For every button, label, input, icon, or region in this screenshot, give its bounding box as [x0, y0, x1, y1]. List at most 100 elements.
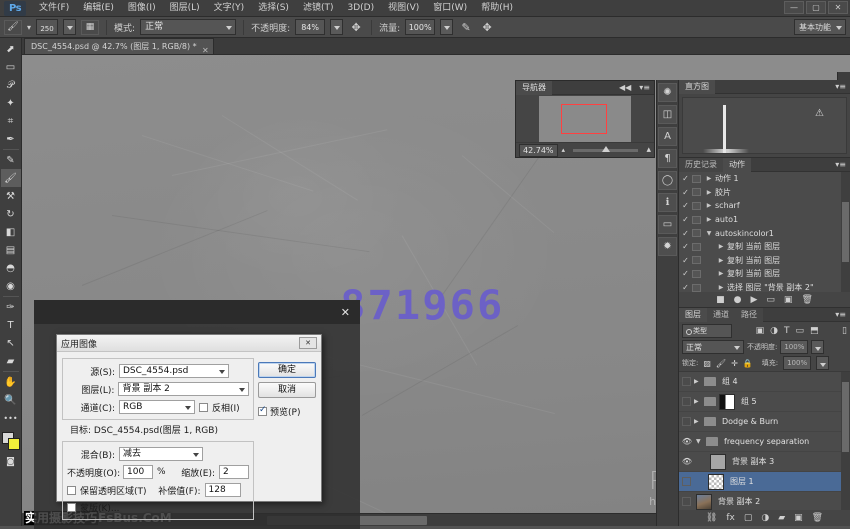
actions-scroll-thumb[interactable]: [842, 202, 849, 262]
action-expand-chevron-icon[interactable]: ▶: [717, 257, 725, 264]
preview-checkbox[interactable]: [258, 407, 267, 416]
tablet-pressure-opacity-icon[interactable]: ✥: [348, 19, 364, 35]
paragraph-panel-icon[interactable]: ¶: [658, 149, 677, 168]
type-tool[interactable]: T: [1, 316, 21, 334]
action-expand-chevron-icon[interactable]: ▶: [705, 189, 713, 196]
eyedropper-tool[interactable]: ✒: [1, 130, 21, 148]
layer-thumbnail[interactable]: [696, 494, 712, 510]
blend-mode-select[interactable]: 正常: [140, 19, 236, 35]
delete-icon[interactable]: 🗑: [812, 513, 823, 523]
color-panel-icon[interactable]: ✺: [658, 83, 677, 102]
character-panel-icon[interactable]: A: [658, 127, 677, 146]
healing-brush-tool[interactable]: ✎: [1, 151, 21, 169]
action-row[interactable]: ✓▶复制 当前 图层: [679, 240, 850, 254]
actions-scrollbar[interactable]: [841, 172, 850, 292]
brush-size-display[interactable]: 250: [36, 19, 58, 35]
layer-group-chevron-icon[interactable]: ▼: [696, 438, 703, 445]
blend-select[interactable]: 减去: [119, 447, 203, 461]
brush-tool-icon[interactable]: 🖌: [4, 20, 22, 35]
channel-select[interactable]: RGB: [119, 400, 195, 414]
link-icon[interactable]: ⛓: [706, 513, 717, 523]
action-enabled-check-icon[interactable]: ✓: [681, 269, 690, 278]
navigator-zoom-slider[interactable]: [573, 149, 638, 152]
brush-preset-chevron-icon[interactable]: [63, 19, 76, 35]
menu-3d[interactable]: 3D(D): [340, 0, 381, 17]
collapse-icon[interactable]: ◀◀: [615, 83, 635, 92]
histogram-warning-icon[interactable]: ⚠: [815, 108, 824, 119]
ok-button[interactable]: 确定: [258, 362, 316, 378]
layer-row[interactable]: ▶组 5: [679, 392, 850, 412]
tab-paths[interactable]: 路径: [735, 308, 763, 322]
layer-visibility-empty-icon[interactable]: [682, 377, 691, 386]
menu-edit[interactable]: 编辑(E): [76, 0, 121, 17]
action-dialog-toggle-icon[interactable]: [692, 188, 701, 196]
close-button[interactable]: ✕: [828, 1, 848, 14]
action-row[interactable]: ✓▶auto1: [679, 213, 850, 227]
action-dialog-toggle-icon[interactable]: [692, 229, 701, 237]
layer-fill-chevron-icon[interactable]: [816, 356, 829, 370]
navigator-thumbnail-area[interactable]: [516, 95, 654, 142]
smartobject-filter-icon[interactable]: ⬒: [810, 326, 819, 336]
dialog-opacity-input[interactable]: 100: [123, 465, 153, 479]
action-expand-chevron-icon[interactable]: ▶: [717, 284, 725, 291]
action-dialog-toggle-icon[interactable]: [692, 284, 701, 292]
action-row[interactable]: ✓▶胶片: [679, 186, 850, 200]
preserve-transparency-checkbox[interactable]: [67, 486, 76, 495]
new-set-icon[interactable]: ▭: [766, 295, 775, 305]
action-enabled-check-icon[interactable]: ✓: [681, 215, 690, 224]
layer-select[interactable]: 背景 副本 2: [118, 382, 249, 396]
lock-transparent-icon[interactable]: ▨: [703, 359, 711, 368]
minimize-button[interactable]: —: [784, 1, 804, 14]
brush-dropdown-chevron-icon[interactable]: ▾: [27, 23, 31, 32]
action-row[interactable]: ✓▶复制 当前 图层: [679, 267, 850, 281]
navigator-zoom-input[interactable]: 42.74%: [519, 144, 558, 157]
menu-type[interactable]: 文字(Y): [207, 0, 252, 17]
workspace-selector[interactable]: 基本功能: [794, 19, 846, 35]
invert-checkbox[interactable]: [199, 403, 208, 412]
delete-icon[interactable]: 🗑: [801, 295, 812, 305]
styles-panel-icon[interactable]: ◯: [658, 171, 677, 190]
menu-layer[interactable]: 图层(L): [163, 0, 207, 17]
tab-actions[interactable]: 动作: [723, 158, 751, 172]
action-expand-chevron-icon[interactable]: ▼: [705, 230, 713, 237]
action-dialog-toggle-icon[interactable]: [692, 216, 701, 224]
menu-view[interactable]: 视图(V): [381, 0, 426, 17]
crop-tool[interactable]: ⌗: [1, 112, 21, 130]
layer-group-chevron-icon[interactable]: ▶: [694, 378, 701, 385]
menu-help[interactable]: 帮助(H): [474, 0, 520, 17]
stop-icon[interactable]: ■: [716, 295, 725, 305]
shape-filter-icon[interactable]: ▭: [795, 326, 804, 336]
info-panel-icon[interactable]: ℹ: [658, 193, 677, 212]
action-enabled-check-icon[interactable]: ✓: [681, 188, 690, 197]
pixel-filter-icon[interactable]: ▣: [756, 326, 765, 336]
navigator-thumbnail[interactable]: [539, 96, 631, 142]
action-enabled-check-icon[interactable]: ✓: [681, 229, 690, 238]
adjustment-filter-icon[interactable]: ◑: [770, 326, 778, 336]
lasso-tool[interactable]: 𝒫: [1, 76, 21, 94]
brush-panel-toggle-icon[interactable]: ▦: [81, 20, 99, 35]
action-row[interactable]: ✓▶动作 1: [679, 172, 850, 186]
action-row[interactable]: ✓▼autoskincolor1: [679, 226, 850, 240]
layer-row[interactable]: 👁▼frequency separation: [679, 432, 850, 452]
opacity-input[interactable]: 84%: [295, 19, 325, 35]
action-expand-chevron-icon[interactable]: ▶: [705, 202, 713, 209]
airbrush-icon[interactable]: ✎: [458, 19, 474, 35]
layer-visibility-empty-icon[interactable]: [682, 417, 691, 426]
gradient-tool[interactable]: ▤: [1, 241, 21, 259]
fx-icon[interactable]: fx: [726, 513, 735, 523]
offset-input[interactable]: 128: [205, 483, 241, 497]
history-brush-tool[interactable]: ↻: [1, 205, 21, 223]
zoom-in-icon[interactable]: ▴: [646, 145, 651, 155]
quick-select-tool[interactable]: ✦: [1, 94, 21, 112]
action-row[interactable]: ✓▶复制 当前 图层: [679, 254, 850, 268]
tab-layers[interactable]: 图层: [679, 308, 707, 322]
action-row[interactable]: ✓▶scharf: [679, 199, 850, 213]
menu-window[interactable]: 窗口(W): [426, 0, 474, 17]
document-tab[interactable]: DSC_4554.psd @ 42.7% (图层 1, RGB/8) * ✕: [24, 38, 214, 54]
layer-opacity-input[interactable]: 100%: [780, 340, 808, 354]
layer-visibility-empty-icon[interactable]: [682, 397, 691, 406]
menu-image[interactable]: 图像(I): [121, 0, 163, 17]
layer-filter-select[interactable]: 类型: [682, 324, 732, 338]
layer-row[interactable]: ▶Dodge & Burn: [679, 412, 850, 432]
layer-blend-mode-select[interactable]: 正常: [682, 340, 744, 354]
